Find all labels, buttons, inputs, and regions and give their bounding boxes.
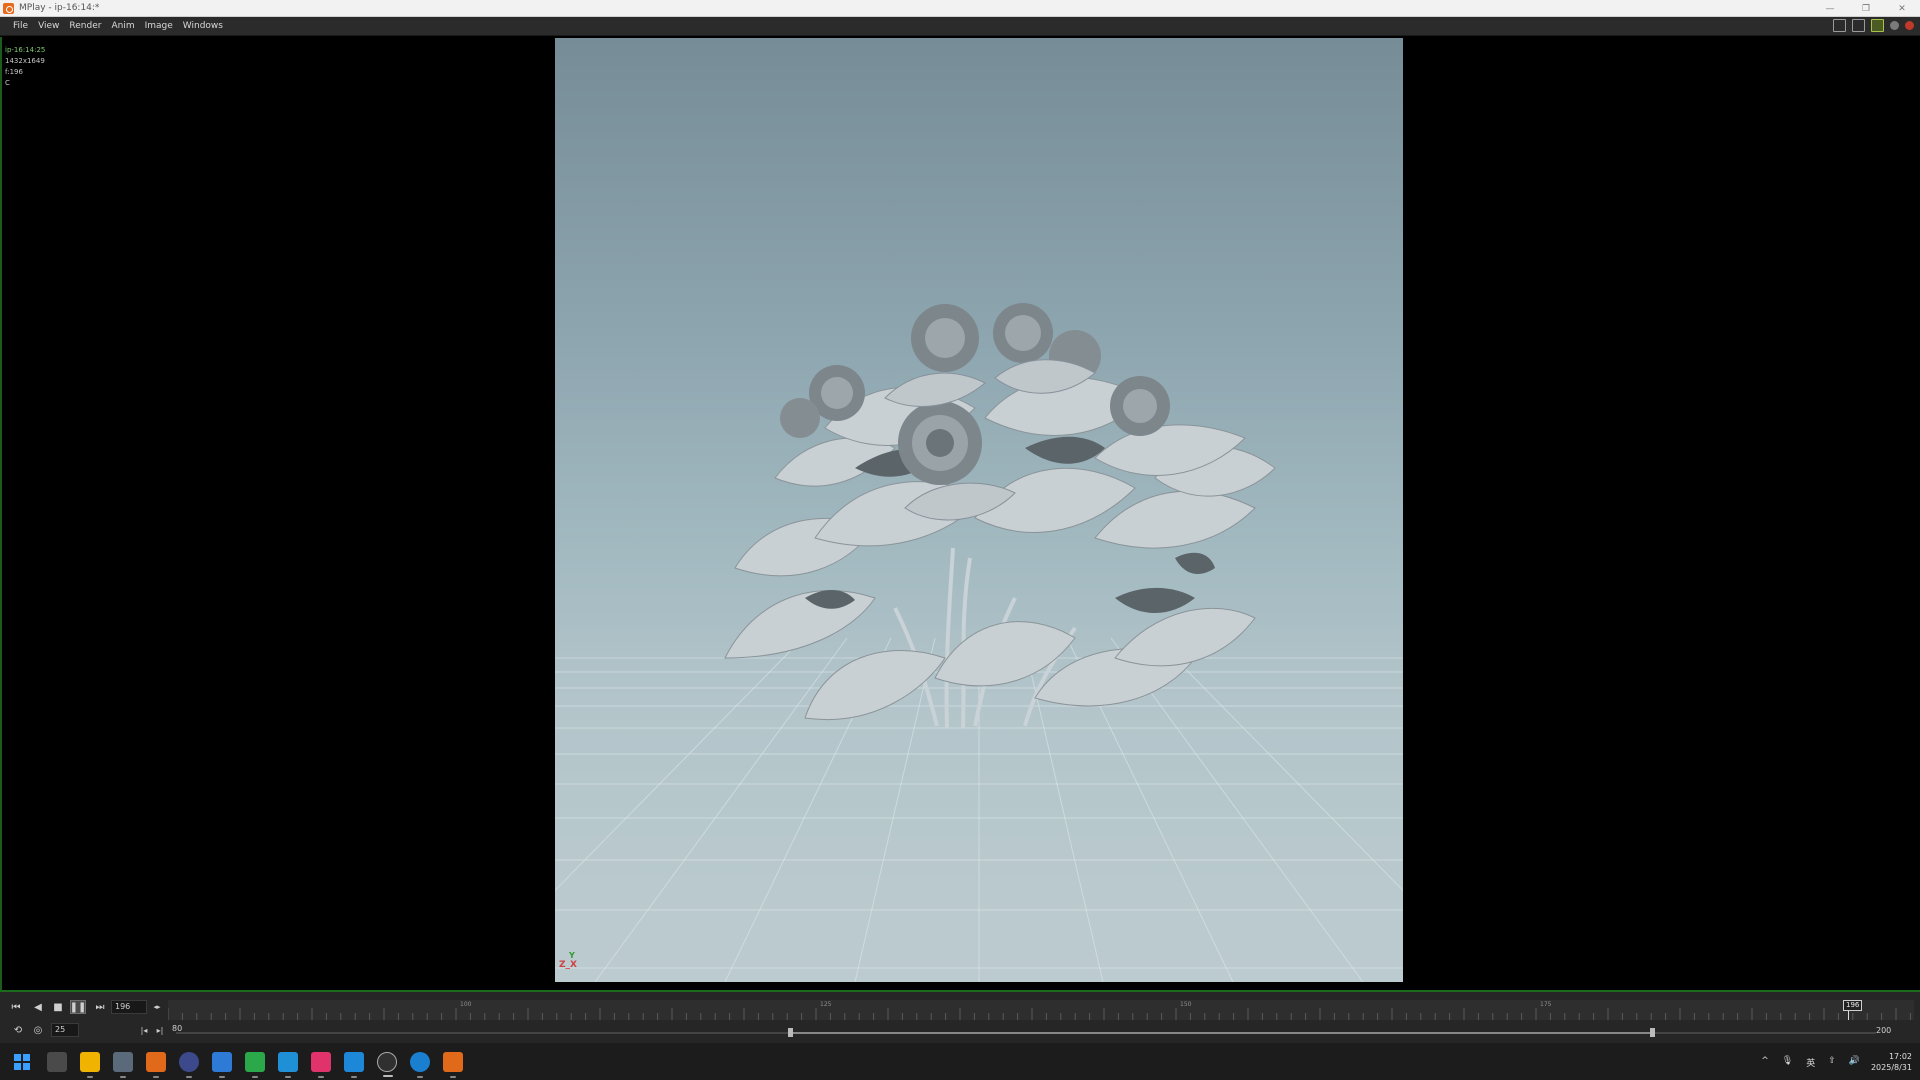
image-viewport[interactable]: ip-16:14:25 1432x1649 f:196 C Z_X Y: [0, 37, 1920, 990]
ruler-label-150: 150: [1180, 1001, 1192, 1008]
vscode-icon[interactable]: [344, 1052, 364, 1078]
range-start-button[interactable]: |◂: [136, 1023, 152, 1037]
frame-label: f:196: [5, 68, 23, 76]
tray-overflow-icon[interactable]: ^: [1761, 1056, 1769, 1069]
playback-row: ⏮ ◀ ■ ❚❚ ⏭ 196 ◂▸ 100 125 150 175 196: [0, 1000, 1920, 1020]
app-pink-icon[interactable]: [311, 1052, 331, 1078]
ruler-label-100: 100: [460, 1001, 472, 1008]
range-end-handle[interactable]: [1650, 1028, 1655, 1037]
houdini-app-icon-2[interactable]: [443, 1052, 463, 1078]
taskbar-clock[interactable]: 17:02 2025/8/31: [1871, 1051, 1912, 1073]
menu-file[interactable]: File: [8, 21, 33, 31]
panel-icon[interactable]: [1852, 19, 1865, 32]
axis-y-label: Y: [569, 951, 575, 960]
image-info-overlay: ip-16:14:25 1432x1649 f:196 C: [5, 45, 45, 89]
mplay-window: MPlay - ip-16:14:* — ❐ ✕ File View Rende…: [0, 0, 1920, 1080]
loop-icon[interactable]: ⟲: [10, 1023, 26, 1037]
file-explorer-icon[interactable]: [80, 1052, 100, 1078]
range-row: ⟲ ◎ 25 |◂ ▸| 80 200: [0, 1023, 1920, 1043]
menu-bar: File View Render Anim Image Windows: [0, 17, 1920, 36]
clock-date: 2025/8/31: [1870, 1063, 1912, 1072]
window-controls: — ❐ ✕: [1812, 0, 1920, 17]
windows-taskbar: ^ 🎙 英 ⇧ 🔊 17:02 2025/8/31: [0, 1043, 1920, 1080]
realtime-icon[interactable]: ◎: [30, 1023, 46, 1037]
jump-start-button[interactable]: ⏮: [8, 1000, 24, 1014]
menu-anim[interactable]: Anim: [106, 21, 139, 31]
playhead-frame-label: 196: [1843, 1000, 1863, 1011]
range-end-label: 200: [1876, 1026, 1892, 1035]
restore-button[interactable]: ❐: [1848, 0, 1884, 17]
edge-icon[interactable]: [410, 1052, 430, 1078]
axis-gizmo: Z_X Y: [559, 951, 577, 970]
menu-render[interactable]: Render: [64, 21, 106, 31]
menu-windows[interactable]: Windows: [178, 21, 228, 31]
frame-ruler[interactable]: 100 125 150 175: [168, 1000, 1914, 1020]
stop-button[interactable]: ■: [50, 1000, 66, 1014]
volume-icon[interactable]: 🔊: [1849, 1056, 1860, 1069]
channel-label: C: [5, 79, 10, 87]
houdini-icon: [3, 2, 14, 14]
menu-view[interactable]: View: [33, 21, 64, 31]
browser-circle-icon[interactable]: [179, 1052, 199, 1078]
close-button[interactable]: ✕: [1884, 0, 1920, 17]
clock-time: 17:02: [1888, 1052, 1912, 1061]
app-green-icon[interactable]: [245, 1052, 265, 1078]
play-reverse-button[interactable]: ◀: [30, 1000, 46, 1014]
network-icon[interactable]: ⇧: [1828, 1056, 1836, 1069]
system-tray: ^ 🎙 英 ⇧ 🔊: [1761, 1056, 1860, 1069]
app-blue-icon[interactable]: [212, 1052, 232, 1078]
image-name-label: ip-16:14:25: [5, 46, 46, 54]
ruler-ticks: [168, 1008, 1911, 1020]
windows-start-icon[interactable]: [12, 1052, 32, 1072]
record-icon[interactable]: [1905, 21, 1914, 30]
rendered-image: Z_X Y: [555, 38, 1403, 982]
ime-icon[interactable]: 英: [1806, 1056, 1815, 1069]
range-start-handle[interactable]: [788, 1028, 793, 1037]
notepad-icon[interactable]: [113, 1052, 133, 1078]
axis-x-label: Z_X: [559, 960, 577, 970]
layout-icon[interactable]: [1833, 19, 1846, 32]
step-frame-icon[interactable]: ◂▸: [148, 1000, 166, 1014]
window-title: MPlay - ip-16:14:*: [19, 3, 100, 13]
jump-end-button[interactable]: ⏭: [92, 1000, 108, 1014]
range-fill: [790, 1032, 1652, 1034]
task-view-icon[interactable]: [47, 1052, 67, 1072]
menu-image[interactable]: Image: [140, 21, 178, 31]
toolbar-right: [1833, 19, 1914, 32]
pause-button[interactable]: ❚❚: [70, 1000, 86, 1014]
current-frame-field[interactable]: 196: [111, 1000, 147, 1014]
range-end-button[interactable]: ▸|: [152, 1023, 168, 1037]
settings-dot-icon[interactable]: [1890, 21, 1899, 30]
frame-range-slider[interactable]: [176, 1023, 1876, 1043]
title-bar: MPlay - ip-16:14:* — ❐ ✕: [0, 0, 1920, 17]
microphone-icon[interactable]: 🎙: [1782, 1056, 1793, 1069]
obs-icon[interactable]: [377, 1052, 397, 1077]
ruler-label-125: 125: [820, 1001, 832, 1008]
pin-icon[interactable]: [1871, 19, 1884, 32]
step-field[interactable]: 25: [51, 1023, 79, 1037]
minimize-button[interactable]: —: [1812, 0, 1848, 17]
app-cyan-icon[interactable]: [278, 1052, 298, 1078]
resolution-label: 1432x1649: [5, 57, 45, 65]
render-scene: [555, 303, 1403, 982]
ruler-label-175: 175: [1540, 1001, 1552, 1008]
houdini-app-icon[interactable]: [146, 1052, 166, 1078]
ground-grid: [555, 637, 1403, 982]
